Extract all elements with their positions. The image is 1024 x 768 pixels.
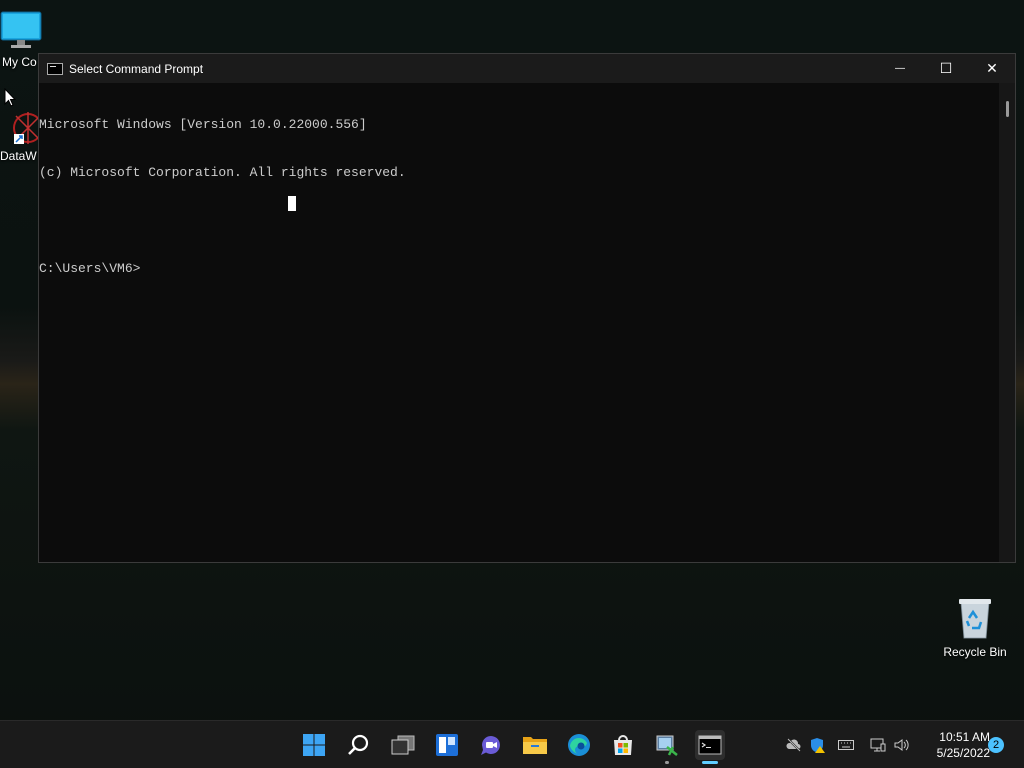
edge-button[interactable] [564,730,594,760]
command-prompt-window[interactable]: Select Command Prompt — ☐ ✕ Microsoft Wi… [38,53,1016,563]
close-button[interactable]: ✕ [969,54,1015,83]
windows-logo-icon [303,734,325,756]
text-cursor [288,196,296,211]
widgets-icon [436,734,458,756]
console-line: Microsoft Windows [Version 10.0.22000.55… [39,117,367,132]
minimize-button[interactable]: — [877,54,923,83]
console-output[interactable]: Microsoft Windows [Version 10.0.22000.55… [39,83,999,562]
console-prompt: C:\Users\VM6> [39,261,141,276]
store-button[interactable] [608,730,638,760]
taskbar-search-button[interactable] [343,730,373,760]
monitor-icon [0,11,42,48]
scrollbar-thumb[interactable] [1006,101,1009,117]
clock-date: 5/25/2022 [936,746,990,760]
notification-badge[interactable]: 2 [988,737,1004,753]
console-line: (c) Microsoft Corporation. All rights re… [39,165,406,180]
running-indicator [665,761,669,764]
taskbar: 10:51 AM 5/25/2022 [0,720,1024,768]
command-prompt-icon [47,62,63,75]
taskbar-clock[interactable]: 10:51 AM 5/25/2022 [918,729,990,761]
task-view-icon [391,735,415,755]
active-indicator [702,761,718,764]
task-view-button[interactable] [388,730,418,760]
store-icon [614,735,632,755]
start-button[interactable] [299,730,329,760]
volume-tray-icon[interactable] [894,737,910,753]
network-tool-icon [656,735,678,756]
input-tray-icon[interactable] [838,737,854,753]
vertical-scrollbar[interactable] [999,83,1015,562]
file-explorer-icon [523,737,547,754]
chat-button[interactable] [476,730,506,760]
keyboard-icon [838,740,854,750]
widgets-button[interactable] [432,730,462,760]
speaker-icon [894,739,909,751]
security-tray-icon[interactable] [810,737,826,753]
network-icon [870,738,886,752]
command-prompt-taskbar-button[interactable] [695,730,725,764]
clock-time: 10:51 AM [939,730,990,744]
shield-warning-icon [811,738,825,753]
recycle-bin-icon [959,599,991,639]
network-tool-button[interactable] [652,730,682,764]
window-title: Select Command Prompt [69,61,204,76]
network-tray-icon[interactable] [870,737,886,753]
search-icon [348,734,369,755]
window-titlebar[interactable]: Select Command Prompt — ☐ ✕ [39,54,1015,83]
dataw-app-icon [13,112,43,144]
maximize-button[interactable]: ☐ [923,54,969,83]
mouse-pointer-icon [4,88,16,107]
cloud-offline-icon [786,738,801,752]
onedrive-tray-icon[interactable] [786,737,802,753]
command-prompt-icon [698,735,722,755]
file-explorer-button[interactable] [520,730,550,760]
recycle-bin-desktop-icon[interactable]: Recycle Bin [940,596,1010,659]
edge-icon [568,734,590,756]
teams-chat-icon [481,736,500,755]
desktop-icon-label: Recycle Bin [943,645,1007,659]
